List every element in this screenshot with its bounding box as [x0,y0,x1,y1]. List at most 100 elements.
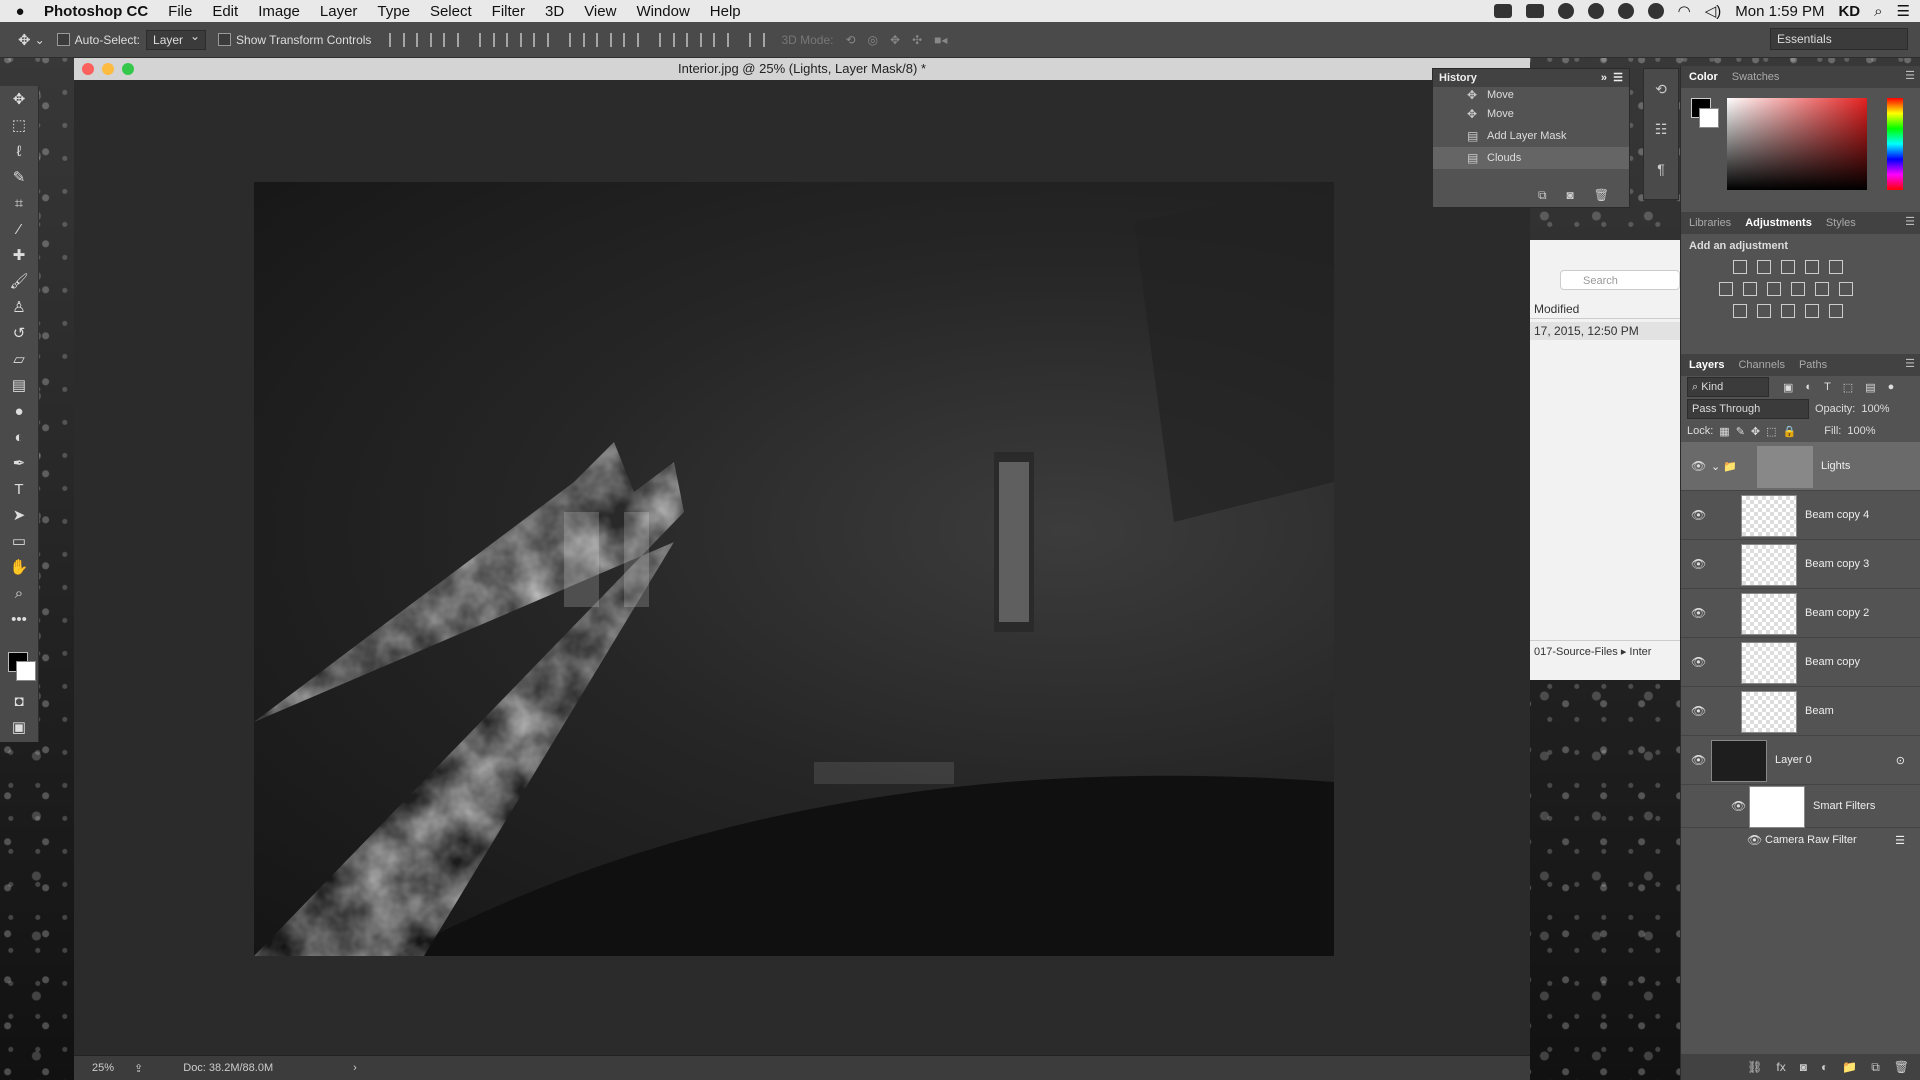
tab-color[interactable]: Color [1689,71,1718,83]
history-item[interactable]: ▤ Add Layer Mask [1433,125,1629,147]
menu-image[interactable]: Image [258,3,300,20]
properties-panel-icon[interactable]: ☷ [1644,109,1678,149]
character-panel-icon[interactable]: ¶ [1644,149,1678,189]
eraser-tool-icon[interactable]: ▱ [0,346,38,372]
align-hcenter-icon[interactable] [506,32,523,47]
panel-menu-icon[interactable]: ☰ [1905,357,1915,370]
status-menu-arrow-icon[interactable]: › [353,1062,357,1074]
3d-slide-icon[interactable]: ✣ [912,33,922,47]
lock-all-icon[interactable]: 🔒 [1783,425,1797,438]
trash-icon[interactable]: 🗑 [1594,188,1609,203]
color-lookup-icon[interactable] [1839,282,1853,296]
healing-brush-tool-icon[interactable]: ✚ [0,242,38,268]
threshold-icon[interactable] [1781,304,1795,318]
sync-icon[interactable] [1557,3,1574,19]
wifi-icon[interactable]: ◠ [1678,2,1691,20]
menu-file[interactable]: File [168,3,192,20]
document-canvas-image[interactable] [254,182,1334,956]
move-tool-icon[interactable]: ✥ [0,86,38,112]
share-icon[interactable]: ⇪ [134,1062,143,1075]
tab-channels[interactable]: Channels [1738,359,1784,371]
adjustment-layer-icon[interactable]: ◐ [1821,1060,1828,1074]
background-color-swatch[interactable] [16,661,36,681]
auto-align-icon[interactable] [749,32,766,47]
history-brush-tool-icon[interactable]: ↺ [0,320,38,346]
document-titlebar[interactable]: Interior.jpg @ 25% (Lights, Layer Mask/8… [74,58,1530,80]
spotlight-icon[interactable]: ⌕ [1874,3,1882,20]
align-bottom-icon[interactable] [443,32,460,47]
blur-tool-icon[interactable]: ● [0,398,38,424]
show-transform-checkbox[interactable] [218,33,232,46]
clone-stamp-tool-icon[interactable]: ♙ [0,294,38,320]
menu-window[interactable]: Window [636,3,689,20]
marquee-tool-icon[interactable]: ⬚ [0,112,38,138]
visibility-eye-icon[interactable]: 👁 [1731,799,1746,813]
layer-row[interactable]: 👁 Layer 0 ⊙ [1681,736,1920,785]
tab-layers[interactable]: Layers [1689,359,1724,371]
adjustment-filter-icon[interactable]: ◐ [1805,381,1812,393]
tab-styles[interactable]: Styles [1826,217,1856,229]
link-layers-icon[interactable]: ⛓ [1747,1060,1762,1074]
cloud-icon[interactable] [1647,3,1664,19]
distribute-vcenter-icon[interactable] [596,32,613,47]
fill-value[interactable]: 100% [1847,425,1875,437]
menu-select[interactable]: Select [430,3,472,20]
screen-mode-icon[interactable]: ▣ [0,714,38,740]
zoom-level[interactable]: 25% [92,1062,114,1074]
path-segment-source[interactable]: 017-Source-Files [1534,646,1618,658]
visibility-eye-icon[interactable]: 👁 [1691,606,1706,620]
vibrance-icon[interactable] [1829,260,1843,274]
align-right-icon[interactable] [533,32,550,47]
lock-transparent-icon[interactable]: ▦ [1719,425,1729,438]
tab-paths[interactable]: Paths [1799,359,1827,371]
app-menu[interactable]: Photoshop CC [44,3,148,20]
minimize-window-button[interactable] [102,63,114,75]
layer-thumbnail[interactable] [1711,740,1767,782]
3d-drag-icon[interactable]: ✥ [890,33,900,47]
layer-thumbnail[interactable] [1741,691,1797,733]
menu-3d[interactable]: 3D [545,3,564,20]
group-expand-chevron-icon[interactable]: ⌄ [1711,460,1720,473]
layer-row-group[interactable]: 👁 ⌄ 📁 Lights [1681,442,1920,491]
menu-help[interactable]: Help [710,3,741,20]
modified-column-header[interactable]: Modified [1530,300,1684,319]
shape-filter-icon[interactable]: ⬚ [1843,381,1853,394]
auto-select-checkbox[interactable] [56,33,70,46]
user-name[interactable]: KD [1838,3,1860,20]
opacity-value[interactable]: 100% [1861,403,1889,415]
brightness-icon[interactable] [1733,260,1747,274]
zoom-window-button[interactable] [122,63,134,75]
smart-filter-mask-thumbnail[interactable] [1749,786,1805,828]
exposure-icon[interactable] [1805,260,1819,274]
visibility-eye-icon[interactable]: 👁 [1691,704,1706,718]
distribute-bottom-icon[interactable] [623,32,640,47]
panel-menu-icon[interactable]: ☰ [1905,215,1915,228]
layer-thumbnail[interactable] [1741,593,1797,635]
chrome-icon[interactable] [1587,3,1604,19]
eyedropper-tool-icon[interactable]: ⁄ [0,216,38,242]
finder-search-field[interactable]: Search [1560,270,1680,290]
align-left-icon[interactable] [479,32,496,47]
layer-row[interactable]: 👁 Beam copy 3 [1681,540,1920,589]
dropbox-icon[interactable] [1525,4,1544,18]
photo-filter-icon[interactable] [1791,282,1805,296]
filter-options-icon[interactable]: ☰ [1895,834,1905,847]
channel-mixer-icon[interactable] [1815,282,1829,296]
doc-size[interactable]: Doc: 38.2M/88.0M [183,1062,273,1074]
quick-mask-icon[interactable]: ◘ [0,688,38,714]
quick-select-tool-icon[interactable]: ✎ [0,164,38,190]
history-item[interactable]: ✥ Move [1433,87,1629,103]
align-top-icon[interactable] [389,32,406,47]
visibility-eye-icon[interactable]: 👁 [1691,557,1706,571]
layer-thumbnail[interactable] [1741,495,1797,537]
curves-icon[interactable] [1781,260,1795,274]
new-group-icon[interactable]: 📁 [1842,1060,1857,1074]
history-panel-header[interactable]: History » ☰ [1433,69,1629,87]
new-layer-icon[interactable]: ⧉ [1871,1060,1880,1075]
zoom-tool-icon[interactable]: ⌕ [0,580,38,606]
trash-icon[interactable]: 🗑 [1894,1060,1909,1074]
color-field[interactable] [1727,98,1867,190]
selective-color-icon[interactable] [1805,304,1819,318]
hue-slider[interactable] [1887,98,1903,190]
history-panel-icon[interactable]: ⟲ [1644,69,1678,109]
